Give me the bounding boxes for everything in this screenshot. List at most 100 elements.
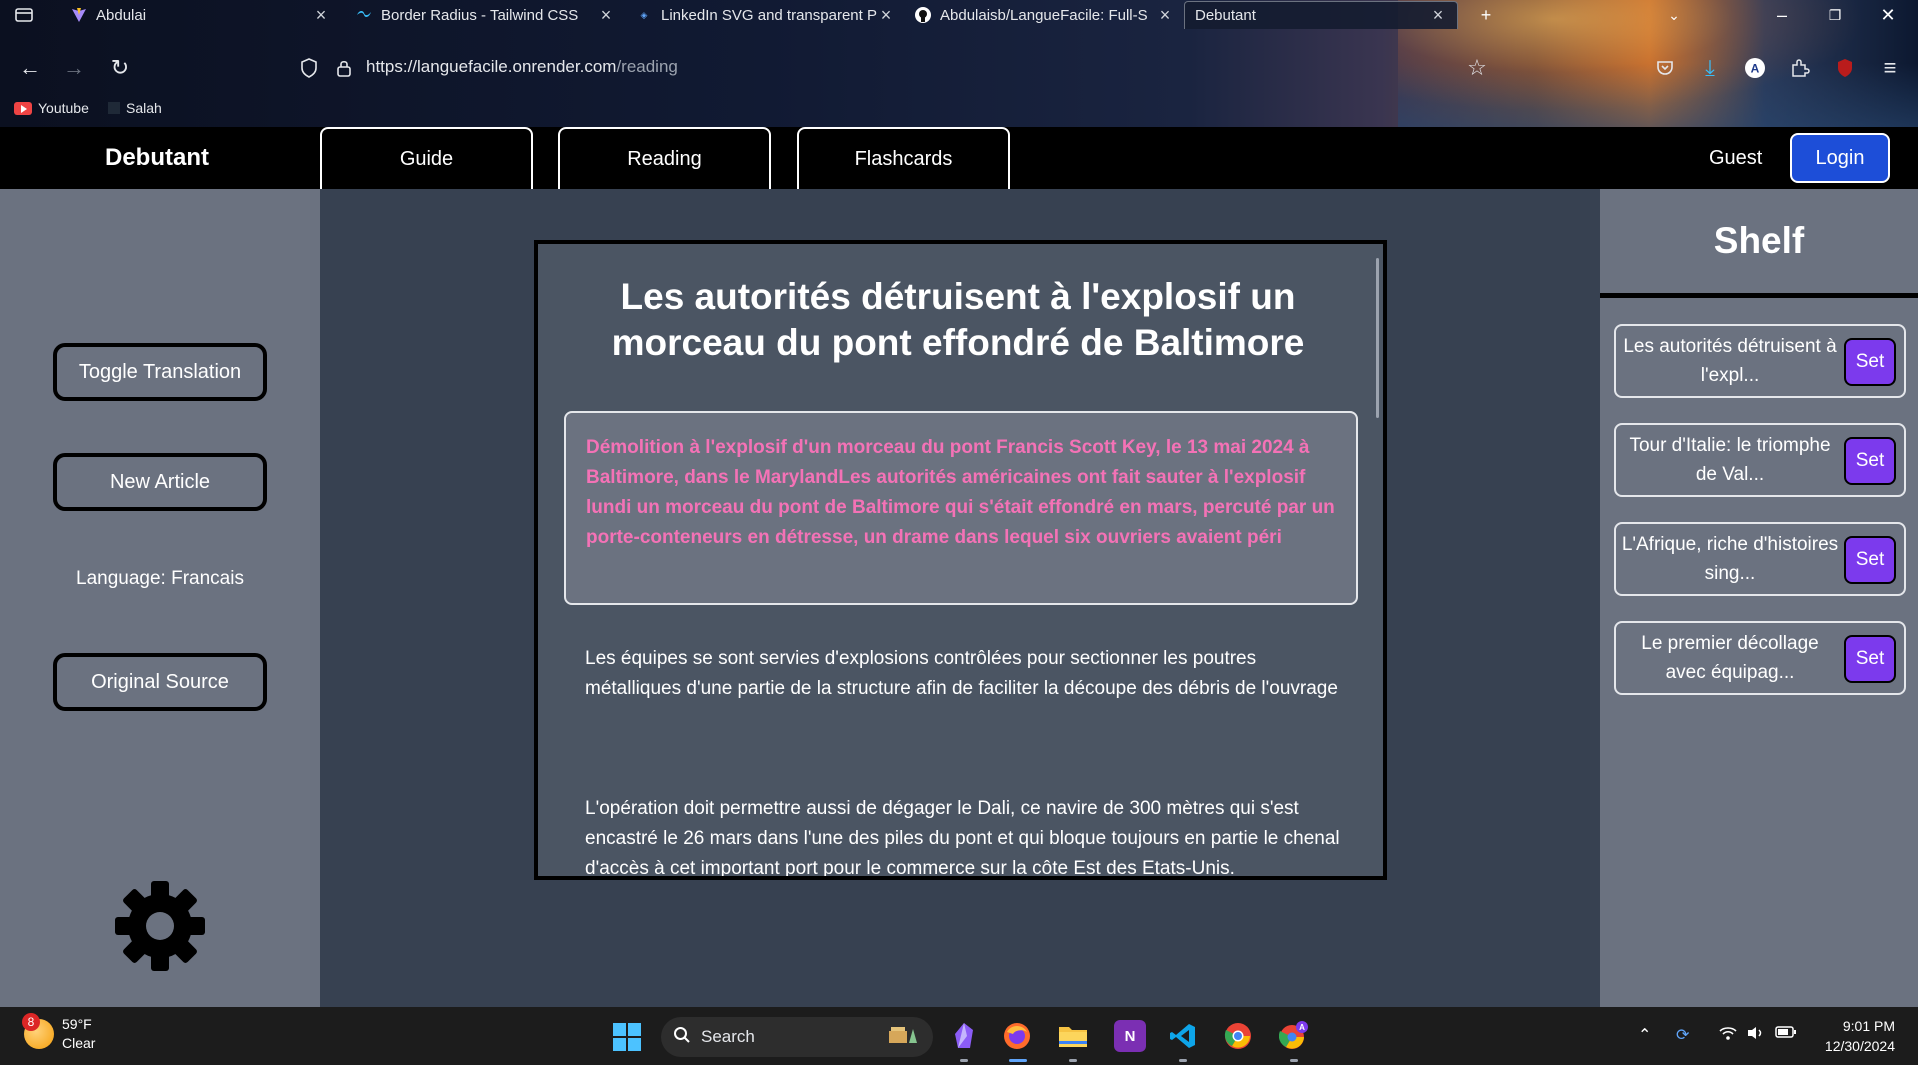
set-article-button[interactable]: Set bbox=[1844, 536, 1896, 584]
forward-icon[interactable]: → bbox=[58, 52, 90, 84]
temperature: 59°F bbox=[62, 1016, 92, 1032]
article-card[interactable]: Les autorités détruisent à l'explosif un… bbox=[534, 240, 1387, 880]
close-tab-icon[interactable]: × bbox=[877, 5, 895, 26]
scrollbar-thumb[interactable] bbox=[1376, 258, 1379, 418]
new-tab-icon[interactable]: + bbox=[1466, 0, 1506, 30]
tab-title: Abdulai bbox=[96, 6, 147, 24]
volume-icon[interactable] bbox=[1746, 1025, 1766, 1046]
tab-flashcards[interactable]: Flashcards bbox=[797, 127, 1010, 189]
shelf-item-title: Le premier décollage avec équipag... bbox=[1641, 633, 1819, 683]
minimize-icon[interactable]: – bbox=[1762, 0, 1802, 30]
shield-icon[interactable] bbox=[293, 52, 325, 84]
guest-label: Guest bbox=[1709, 147, 1763, 169]
vite-icon bbox=[70, 6, 88, 24]
weather-widget[interactable]: 8 59°F Clear bbox=[22, 1013, 96, 1053]
search-highlight-icon bbox=[887, 1023, 921, 1052]
toggle-translation-button[interactable]: Toggle Translation bbox=[53, 343, 267, 401]
article-title: Les autorités détruisent à l'explosif un… bbox=[611, 276, 1305, 363]
chevron-down-icon[interactable]: ⌄ bbox=[1654, 0, 1694, 30]
svg-text:A: A bbox=[1751, 62, 1760, 76]
app-indicator bbox=[1069, 1059, 1077, 1062]
brand-title[interactable]: Debutant bbox=[105, 144, 209, 172]
bookmark-salah[interactable]: Salah bbox=[108, 100, 162, 116]
close-tab-icon[interactable]: × bbox=[597, 5, 615, 26]
firefox-icon[interactable] bbox=[1001, 1020, 1033, 1052]
shelf-item: L'Afrique, riche d'histoires sing... Set bbox=[1614, 522, 1906, 596]
restore-icon[interactable]: ❐ bbox=[1815, 0, 1855, 30]
system-clock[interactable]: 9:01 PM 12/30/2024 bbox=[1815, 1016, 1895, 1056]
login-button[interactable]: Login bbox=[1790, 133, 1890, 183]
tailwind-icon bbox=[355, 6, 373, 24]
obsidian-icon[interactable] bbox=[948, 1020, 980, 1052]
set-article-button[interactable]: Set bbox=[1844, 338, 1896, 386]
tab-guide[interactable]: Guide bbox=[320, 127, 533, 189]
address-bar[interactable]: https://languefacile.onrender.com/readin… bbox=[366, 57, 678, 77]
chrome-profile-icon[interactable]: A bbox=[1278, 1020, 1310, 1052]
shelf-item: Tour d'Italie: le triomphe de Val... Set bbox=[1614, 423, 1906, 497]
browser-tab[interactable]: ◈ LinkedIn SVG and transparent P × bbox=[625, 1, 905, 29]
weather-condition: Clear bbox=[62, 1035, 96, 1051]
pocket-icon[interactable] bbox=[1649, 52, 1681, 84]
browser-tab[interactable]: Border Radius - Tailwind CSS × bbox=[345, 1, 625, 29]
chrome-icon[interactable] bbox=[1222, 1020, 1254, 1052]
tab-title: Abdulaisb/LangueFacile: Full-S bbox=[940, 6, 1148, 24]
battery-icon[interactable] bbox=[1775, 1025, 1797, 1044]
browser-tab[interactable]: Abdulai × bbox=[60, 1, 340, 29]
onenote-icon[interactable]: N bbox=[1114, 1020, 1146, 1052]
reading-area: Les autorités détruisent à l'explosif un… bbox=[320, 189, 1600, 1007]
tab-reading[interactable]: Reading bbox=[558, 127, 771, 189]
bookmark-label: Youtube bbox=[38, 100, 89, 116]
bookmarks-bar: Youtube Salah bbox=[0, 100, 1918, 122]
url-host: https://languefacile.onrender.com bbox=[366, 57, 617, 76]
file-explorer-icon[interactable] bbox=[1057, 1020, 1089, 1052]
tab-title: LinkedIn SVG and transparent P bbox=[661, 6, 877, 24]
browser-tab[interactable]: Abdulaisb/LangueFacile: Full-S × bbox=[904, 1, 1184, 29]
weather-moon-icon: 8 bbox=[22, 1013, 54, 1049]
back-icon[interactable]: ← bbox=[14, 52, 46, 84]
new-article-button[interactable]: New Article bbox=[53, 453, 267, 511]
shelf-item: Le premier décollage avec équipag... Set bbox=[1614, 621, 1906, 695]
bookmark-youtube[interactable]: Youtube bbox=[14, 100, 89, 116]
app-indicator bbox=[960, 1059, 968, 1062]
bookmark-star-icon[interactable]: ☆ bbox=[1461, 52, 1493, 84]
close-tab-icon[interactable]: × bbox=[312, 5, 330, 26]
shelf-item-title: Tour d'Italie: le triomphe de Val... bbox=[1629, 435, 1831, 485]
url-path: /reading bbox=[616, 57, 678, 76]
search-placeholder: Search bbox=[701, 1027, 755, 1046]
app-header: Debutant Guide Reading Flashcards Guest … bbox=[0, 127, 1918, 189]
browser-tab-active[interactable]: Debutant × bbox=[1184, 1, 1458, 29]
youtube-icon bbox=[14, 101, 32, 115]
account-avatar-icon[interactable]: A bbox=[1739, 52, 1771, 84]
close-tab-icon[interactable]: × bbox=[1429, 5, 1447, 26]
clock-date: 12/30/2024 bbox=[1824, 1038, 1895, 1054]
windows-start-icon[interactable] bbox=[613, 1023, 641, 1051]
bookmark-label: Salah bbox=[126, 100, 162, 116]
download-icon[interactable]: ⤓ bbox=[1694, 52, 1726, 84]
browser-chrome: Abdulai × Border Radius - Tailwind CSS ×… bbox=[0, 0, 1918, 127]
set-article-button[interactable]: Set bbox=[1844, 635, 1896, 683]
wifi-icon[interactable] bbox=[1718, 1025, 1738, 1046]
extensions-icon[interactable] bbox=[1784, 52, 1816, 84]
github-icon bbox=[914, 6, 932, 24]
taskbar-search[interactable]: Search bbox=[661, 1017, 933, 1057]
ublock-icon[interactable] bbox=[1829, 52, 1861, 84]
close-tab-icon[interactable]: × bbox=[1156, 5, 1174, 26]
tab-list-icon[interactable] bbox=[0, 0, 48, 30]
sync-icon[interactable]: ⟳ bbox=[1676, 1025, 1689, 1045]
original-source-button[interactable]: Original Source bbox=[53, 653, 267, 711]
lock-icon[interactable] bbox=[328, 52, 360, 84]
vscode-icon[interactable] bbox=[1167, 1020, 1199, 1052]
set-article-button[interactable]: Set bbox=[1844, 437, 1896, 485]
left-sidebar: Toggle Translation New Article Language:… bbox=[0, 189, 320, 1007]
nav-bar: ← → ↻ https://languefacile.onrender.com/… bbox=[0, 48, 1918, 88]
svg-site-icon: ◈ bbox=[640, 9, 648, 20]
reload-icon[interactable]: ↻ bbox=[104, 52, 136, 84]
chevron-up-icon[interactable]: ⌃ bbox=[1638, 1025, 1651, 1045]
menu-icon[interactable]: ≡ bbox=[1874, 52, 1906, 84]
close-window-icon[interactable]: ✕ bbox=[1868, 0, 1908, 30]
gear-icon[interactable] bbox=[115, 881, 205, 971]
app-indicator bbox=[1290, 1059, 1298, 1062]
app-indicator-active bbox=[1009, 1059, 1027, 1062]
shelf-item-title: L'Afrique, riche d'histoires sing... bbox=[1621, 534, 1839, 584]
clock-time: 9:01 PM bbox=[1842, 1018, 1895, 1034]
